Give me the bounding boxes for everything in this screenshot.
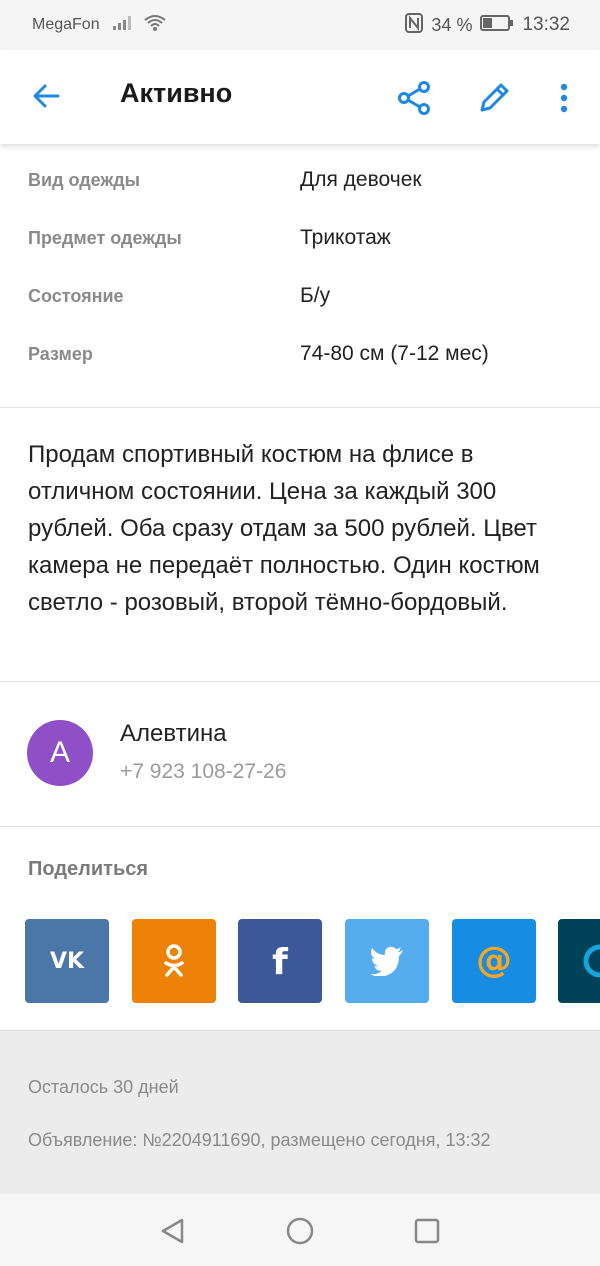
share-mail-ru-button[interactable]: @ [452, 919, 536, 1003]
param-label: Вид одежды [28, 170, 141, 190]
back-button[interactable] [26, 76, 66, 116]
nfc-icon [405, 12, 424, 38]
share-section-title: Поделиться [28, 858, 149, 880]
triangle-back-icon [161, 1218, 184, 1244]
param-row: Вид одежды Для девочек [0, 152, 600, 210]
twitter-icon [370, 946, 403, 976]
more-options-button[interactable] [546, 76, 582, 120]
battery-percent: 34 % [431, 14, 473, 35]
param-value: 74-80 см (7-12 мес) [300, 342, 489, 365]
ad-parameters: Вид одежды Для девочек Предмет одежды Тр… [0, 152, 600, 384]
svg-text:VK: VK [50, 949, 85, 973]
battery-icon [480, 14, 514, 37]
more-vertical-icon [560, 83, 568, 113]
share-icon [398, 81, 430, 115]
page-title: Активно [120, 78, 233, 108]
clock: 13:32 [522, 14, 570, 35]
pencil-icon [480, 83, 509, 112]
param-label: Состояние [28, 286, 124, 306]
edit-button[interactable] [472, 76, 516, 120]
app-bar: Активно [0, 50, 600, 144]
livejournal-icon [583, 944, 600, 978]
param-value: Для девочек [300, 168, 422, 191]
square-recents-icon [414, 1218, 440, 1244]
param-value: Б/у [300, 284, 331, 307]
status-bar: MegaFon 34 % 13:32 [0, 0, 600, 50]
seller-phone[interactable]: +7 923 108-27-26 [120, 760, 286, 784]
share-odnoklassniki-button[interactable] [132, 919, 216, 1003]
seller-name: Алевтина [120, 720, 227, 747]
param-value: Трикотаж [300, 226, 391, 249]
nav-back-button[interactable] [157, 1216, 187, 1246]
nav-home-button[interactable] [285, 1216, 315, 1246]
share-buttons: VK f @ [25, 919, 600, 1003]
svg-text:f: f [272, 943, 288, 979]
at-sign-icon: @ [476, 941, 512, 981]
system-nav-bar [0, 1194, 600, 1266]
seller-card[interactable]: А Алевтина +7 923 108-27-26 [0, 716, 600, 796]
share-livejournal-button[interactable] [558, 919, 600, 1003]
share-button[interactable] [392, 76, 436, 120]
share-facebook-button[interactable]: f [238, 919, 322, 1003]
avatar: А [27, 720, 93, 786]
ad-info-text: Объявление: №2204911690, размещено сегод… [28, 1130, 491, 1150]
vk-icon: VK [50, 949, 85, 973]
param-row: Предмет одежды Трикотаж [0, 210, 600, 268]
divider [0, 826, 600, 827]
circle-home-icon [286, 1217, 314, 1245]
param-row: Размер 74-80 см (7-12 мес) [0, 326, 600, 384]
param-label: Размер [28, 344, 93, 364]
divider [0, 407, 600, 408]
param-label: Предмет одежды [28, 228, 182, 248]
ad-description: Продам спортивный костюм на флисе в отли… [28, 441, 540, 616]
days-left-text: Осталось 30 дней [28, 1077, 179, 1097]
facebook-icon: f [272, 943, 288, 979]
carrier-label: MegaFon [32, 16, 100, 33]
wifi-icon [143, 14, 166, 37]
share-vk-button[interactable]: VK [25, 919, 109, 1003]
param-row: Состояние Б/у [0, 268, 600, 326]
share-twitter-button[interactable] [345, 919, 429, 1003]
svg-text:@: @ [476, 941, 512, 981]
ad-footer: Осталось 30 дней Объявление: №2204911690… [0, 1030, 600, 1194]
divider [0, 681, 600, 682]
arrow-left-icon [33, 84, 60, 108]
signal-icon [112, 15, 132, 36]
odnoklassniki-icon [164, 944, 184, 977]
nav-recents-button[interactable] [412, 1216, 442, 1246]
